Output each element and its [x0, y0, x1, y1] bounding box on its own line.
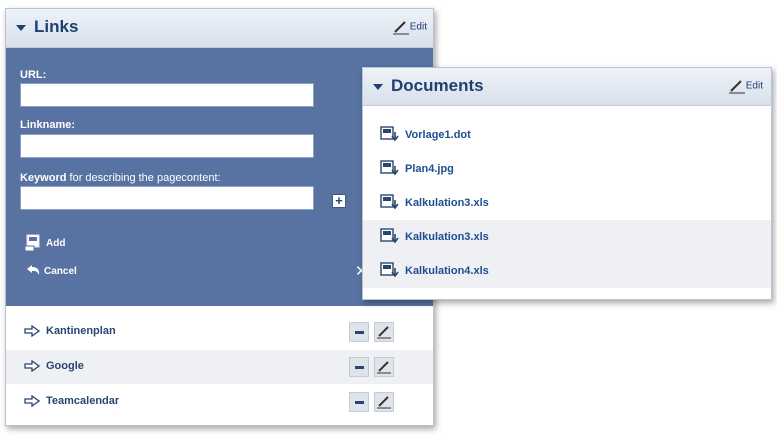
url-label: URL:: [20, 69, 47, 81]
documents-edit-button[interactable]: Edit: [728, 78, 763, 94]
pencil-icon: [377, 326, 391, 339]
add-label: Add: [46, 237, 66, 249]
links-edit-label: Edit: [409, 21, 427, 33]
links-edit-button[interactable]: Edit: [392, 19, 427, 35]
linkname-input[interactable]: [20, 134, 314, 158]
edit-link-button[interactable]: [374, 357, 394, 377]
remove-link-button[interactable]: [349, 322, 369, 342]
remove-link-button[interactable]: [349, 357, 369, 377]
keyword-label: Keyword for describing the pagecontent:: [20, 172, 221, 184]
links-panel-title: Links: [34, 17, 79, 36]
edit-link-button[interactable]: [374, 392, 394, 412]
link-row[interactable]: Kantinenplan: [6, 315, 433, 349]
documents-panel-header: Documents Edit: [363, 68, 771, 106]
pencil-icon: [392, 21, 409, 35]
link-arrow-icon: [24, 360, 40, 372]
pencil-icon: [728, 80, 745, 94]
minus-icon: [355, 366, 364, 369]
document-label[interactable]: Plan4.jpg: [405, 163, 454, 175]
link-row[interactable]: Teamcalendar: [6, 385, 433, 419]
document-row[interactable]: Plan4.jpg: [363, 152, 771, 186]
add-button[interactable]: Add: [24, 234, 65, 252]
edit-link-button[interactable]: [374, 322, 394, 342]
document-download-icon: [380, 194, 399, 210]
link-arrow-icon: [24, 325, 40, 337]
document-download-icon: [380, 126, 399, 142]
keyword-input[interactable]: [20, 186, 314, 210]
document-label[interactable]: Kalkulation4.xls: [405, 265, 489, 277]
undo-arrow-icon: [27, 265, 40, 275]
documents-panel-title: Documents: [391, 76, 484, 95]
link-arrow-icon: [24, 395, 40, 407]
minus-icon: [355, 331, 364, 334]
cancel-button[interactable]: Cancel: [24, 263, 77, 279]
collapse-arrow-icon[interactable]: [373, 84, 383, 90]
document-download-icon: [380, 228, 399, 244]
link-row[interactable]: Google: [6, 350, 433, 384]
linkname-label: Linkname:: [20, 119, 76, 131]
document-row[interactable]: Kalkulation4.xls: [363, 254, 771, 288]
minus-icon: [355, 401, 364, 404]
document-label[interactable]: Vorlage1.dot: [405, 129, 471, 141]
collapse-arrow-icon[interactable]: [16, 25, 26, 31]
document-row[interactable]: Vorlage1.dot: [363, 118, 771, 152]
link-label[interactable]: Google: [46, 360, 84, 372]
document-download-icon: [380, 160, 399, 176]
keyword-label-rest: for describing the pagecontent:: [66, 172, 221, 184]
remove-link-button[interactable]: [349, 392, 369, 412]
add-disk-icon: [24, 234, 40, 252]
link-label[interactable]: Kantinenplan: [46, 325, 116, 337]
document-row[interactable]: Kalkulation3.xls: [363, 220, 771, 254]
pencil-icon: [377, 361, 391, 374]
cancel-label: Cancel: [44, 265, 77, 277]
links-panel-header: Links Edit: [6, 9, 433, 48]
link-label[interactable]: Teamcalendar: [46, 395, 119, 407]
add-keyword-button[interactable]: +: [332, 194, 346, 208]
document-label[interactable]: Kalkulation3.xls: [405, 197, 489, 209]
documents-panel: Documents Edit Vorlage1.dot Plan4.jpg Ka…: [362, 67, 772, 300]
keyword-label-bold: Keyword: [20, 172, 67, 184]
document-row[interactable]: Kalkulation3.xls: [363, 186, 771, 220]
url-input[interactable]: [20, 83, 314, 107]
document-download-icon: [380, 262, 399, 278]
pencil-icon: [377, 396, 391, 409]
document-label[interactable]: Kalkulation3.xls: [405, 231, 489, 243]
documents-edit-label: Edit: [745, 80, 763, 92]
